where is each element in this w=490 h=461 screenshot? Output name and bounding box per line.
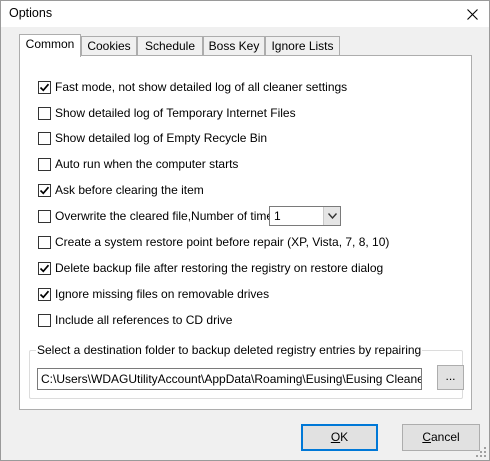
- option-label: Create a system restore point before rep…: [55, 235, 390, 249]
- tab-common[interactable]: Common: [19, 34, 81, 57]
- chevron-down-icon: [327, 213, 337, 219]
- tab-cookies[interactable]: Cookies: [81, 36, 137, 56]
- browse-button[interactable]: ...: [437, 365, 464, 390]
- title-bar[interactable]: Options: [1, 1, 489, 27]
- backup-folder-path-input[interactable]: C:\Users\WDAGUtilityAccount\AppData\Roam…: [37, 368, 422, 390]
- option-auto-run[interactable]: Auto run when the computer starts: [38, 156, 238, 172]
- option-delete-backup[interactable]: Delete backup file after restoring the r…: [38, 260, 383, 276]
- checkmark-icon: [39, 83, 50, 92]
- ok-mnemonic: O: [330, 430, 341, 444]
- ok-label-rest: K: [340, 430, 349, 444]
- overwrite-count-value: 1: [274, 209, 281, 223]
- option-label: Include all references to CD drive: [55, 313, 233, 327]
- ask-before-clearing-checkbox[interactable]: [38, 183, 51, 197]
- cancel-mnemonic: C: [422, 430, 431, 444]
- temp-internet-log-checkbox[interactable]: [38, 106, 51, 120]
- fast-mode-checkbox[interactable]: [38, 80, 51, 94]
- option-label: Ignore missing files on removable drives: [55, 287, 270, 301]
- option-ask-before-clearing[interactable]: Ask before clearing the item: [38, 182, 204, 198]
- ignore-removable-checkbox[interactable]: [38, 287, 51, 301]
- tab-schedule[interactable]: Schedule: [137, 36, 203, 56]
- backup-folder-group: Select a destination folder to backup de…: [29, 343, 464, 399]
- backup-folder-label: Select a destination folder to backup de…: [36, 343, 423, 357]
- restore-point-checkbox[interactable]: [38, 235, 51, 249]
- close-icon: [466, 8, 478, 20]
- dropdown-arrow[interactable]: [323, 207, 340, 225]
- option-label: Show detailed log of Temporary Internet …: [55, 106, 296, 120]
- cancel-label-rest: ancel: [430, 430, 460, 444]
- option-label: Auto run when the computer starts: [55, 157, 239, 171]
- option-label: Overwrite the cleared file,Number of tim…: [55, 209, 280, 223]
- option-label: Fast mode, not show detailed log of all …: [55, 80, 348, 94]
- common-tab-panel: Fast mode, not show detailed log of all …: [19, 55, 472, 410]
- option-fast-mode[interactable]: Fast mode, not show detailed log of all …: [38, 79, 347, 95]
- options-dialog: Options Common Cookies Schedule Boss Key…: [0, 0, 490, 461]
- option-temp-internet-log[interactable]: Show detailed log of Temporary Internet …: [38, 105, 296, 121]
- cd-drive-checkbox[interactable]: [38, 313, 51, 327]
- tab-ignore-lists[interactable]: Ignore Lists: [265, 36, 340, 56]
- ok-button[interactable]: OK: [301, 424, 378, 451]
- window-title: Options: [9, 6, 53, 20]
- tab-boss-key[interactable]: Boss Key: [203, 36, 265, 56]
- checkmark-icon: [39, 290, 50, 299]
- option-cd-drive[interactable]: Include all references to CD drive: [38, 312, 232, 328]
- option-label: Ask before clearing the item: [55, 183, 204, 197]
- overwrite-checkbox[interactable]: [38, 209, 51, 223]
- resize-grip-icon[interactable]: [475, 446, 487, 458]
- option-restore-point[interactable]: Create a system restore point before rep…: [38, 234, 389, 250]
- option-label: Show detailed log of Empty Recycle Bin: [55, 131, 268, 145]
- checkmark-icon: [39, 186, 50, 195]
- option-label: Delete backup file after restoring the r…: [55, 261, 384, 275]
- option-recycle-bin-log[interactable]: Show detailed log of Empty Recycle Bin: [38, 130, 267, 146]
- option-ignore-removable[interactable]: Ignore missing files on removable drives: [38, 286, 269, 302]
- close-button[interactable]: [461, 3, 483, 25]
- option-overwrite[interactable]: Overwrite the cleared file,Number of tim…: [38, 208, 279, 224]
- recycle-bin-log-checkbox[interactable]: [38, 131, 51, 145]
- cancel-button[interactable]: Cancel: [402, 424, 480, 451]
- auto-run-checkbox[interactable]: [38, 157, 51, 171]
- delete-backup-checkbox[interactable]: [38, 261, 51, 275]
- checkmark-icon: [39, 264, 50, 273]
- overwrite-count-select[interactable]: 1: [269, 206, 341, 226]
